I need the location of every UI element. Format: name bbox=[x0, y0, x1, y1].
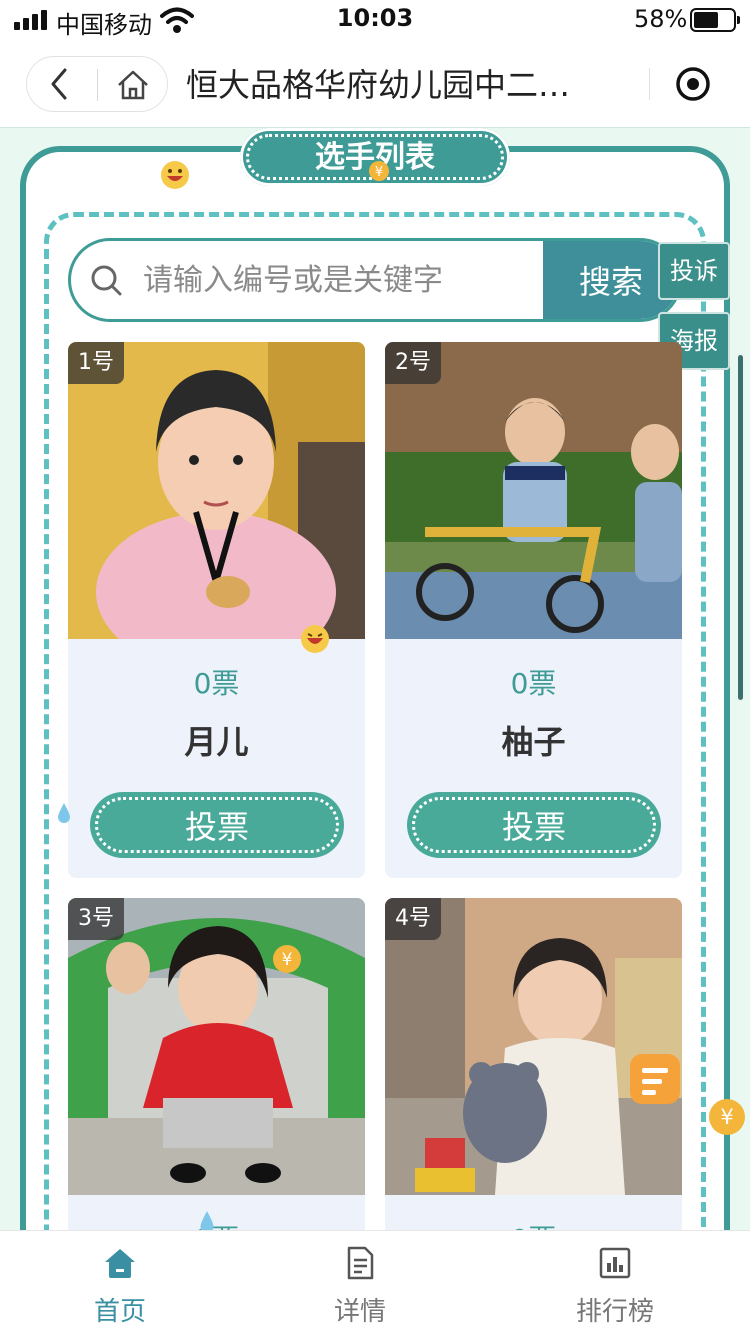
water-drop-icon bbox=[58, 803, 70, 823]
tab-details[interactable]: 详情 bbox=[280, 1241, 440, 1331]
tab-label: 首页 bbox=[93, 1297, 146, 1327]
contestant-photo[interactable] bbox=[385, 342, 682, 639]
vote-count: 0票 bbox=[193, 667, 240, 700]
navigation-bar: 恒大品格华府幼儿园中二… bbox=[0, 42, 750, 128]
tab-label: 详情 bbox=[333, 1297, 386, 1327]
contestant-photo[interactable] bbox=[68, 342, 365, 639]
nav-capsule bbox=[26, 56, 168, 112]
contestant-photo[interactable] bbox=[385, 898, 682, 1195]
home-icon bbox=[105, 1249, 135, 1278]
tab-label: 排行榜 bbox=[575, 1297, 654, 1327]
tab-ranking[interactable]: 排行榜 bbox=[535, 1241, 695, 1331]
contestant-number: 1号 bbox=[68, 342, 124, 384]
coin-icon: ¥ bbox=[709, 1099, 745, 1135]
mini-program-capsule bbox=[565, 56, 735, 112]
capsule-divider bbox=[649, 68, 650, 100]
contestant-card: 2号 0票 柚子 投票 bbox=[385, 342, 682, 878]
contestant-number: 2号 bbox=[385, 342, 441, 384]
contestant-name: 柚子 bbox=[501, 723, 566, 761]
search-bar: 搜索 bbox=[68, 238, 682, 322]
document-icon bbox=[347, 1246, 374, 1280]
battery-percentage: 58% bbox=[634, 5, 688, 33]
contestant-number: 3号 bbox=[68, 898, 124, 940]
page-title: 恒大品格华府幼儿园中二… bbox=[186, 66, 571, 104]
status-bar: 中国移动 10:03 58% bbox=[0, 0, 750, 42]
capsule-divider bbox=[97, 69, 98, 101]
screen: 中国移动 10:03 58% 恒大品格华府幼儿园中二… 选手列表 ¥ 请输入编号… bbox=[0, 0, 750, 1334]
search-input[interactable] bbox=[143, 241, 543, 319]
coin-icon: ¥ bbox=[369, 161, 389, 181]
notes-icon[interactable] bbox=[626, 1050, 688, 1108]
back-arrow-icon[interactable] bbox=[41, 64, 81, 104]
scrollbar[interactable] bbox=[738, 355, 743, 700]
bar-chart-icon bbox=[599, 1247, 631, 1279]
svg-text:¥: ¥ bbox=[375, 165, 383, 180]
svg-text:¥: ¥ bbox=[720, 1105, 733, 1129]
complain-button[interactable]: 投诉 bbox=[658, 242, 730, 300]
contestant-card: 3号 0票 bbox=[68, 898, 365, 1238]
close-target-icon[interactable] bbox=[673, 64, 713, 104]
svg-text:¥: ¥ bbox=[282, 950, 293, 970]
contestant-photo[interactable] bbox=[68, 898, 365, 1195]
smile-emoji-icon bbox=[161, 161, 189, 189]
coin-icon: ¥ bbox=[273, 945, 301, 973]
contestant-card: 1号 0票 月儿 投票 bbox=[68, 342, 365, 878]
laughing-emoji-icon bbox=[301, 625, 329, 653]
vote-button[interactable]: 投票 bbox=[407, 792, 661, 858]
home-icon[interactable] bbox=[113, 65, 153, 105]
contestant-name: 月儿 bbox=[184, 723, 249, 761]
vote-button[interactable]: 投票 bbox=[90, 792, 344, 858]
bottom-tab-bar: 首页 详情 排行榜 bbox=[0, 1230, 750, 1334]
tab-home[interactable]: 首页 bbox=[40, 1241, 200, 1331]
vote-count: 0票 bbox=[510, 667, 557, 700]
search-icon bbox=[91, 265, 122, 296]
battery-icon bbox=[690, 8, 740, 32]
contestant-number: 4号 bbox=[385, 898, 441, 940]
